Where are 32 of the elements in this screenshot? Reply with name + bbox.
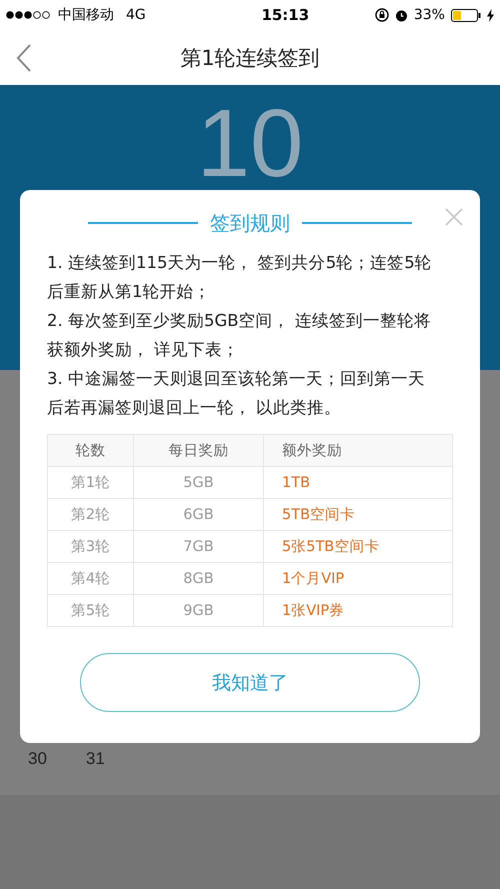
- alarm-icon: [394, 8, 408, 22]
- calendar-day[interactable]: 30: [28, 749, 47, 769]
- table-cell: 第1轮: [48, 466, 134, 498]
- carrier-name: 中国移动: [58, 6, 114, 24]
- calendar-day[interactable]: 31: [86, 749, 105, 769]
- charging-icon: [486, 8, 494, 22]
- table-cell: 6GB: [134, 498, 264, 530]
- table-cell: 5GB: [134, 466, 264, 498]
- rule-text: 1. 连续签到115天为一轮， 签到共分5轮；连签5轮后重新从第1轮开始；: [47, 252, 433, 303]
- streak-days: 10: [196, 101, 304, 187]
- signal-icon: [6, 11, 52, 19]
- table-cell: 7GB: [134, 530, 264, 562]
- rule-text: 2. 每次签到至少奖励5GB空间， 连续签到一整轮将获额外奖励， 详见下表；: [47, 310, 432, 361]
- table-cell: 第3轮: [48, 530, 134, 562]
- column-header: 轮数: [48, 435, 134, 466]
- rule-text: 3. 中途漏签一天则退回至该轮第一天；回到第一天后若再漏签则退回上一轮， 以此类推。: [47, 368, 426, 419]
- back-icon[interactable]: [16, 44, 32, 72]
- clock-time: 15:13: [260, 6, 310, 24]
- table-cell: 第2轮: [48, 498, 134, 530]
- table-cell: 8GB: [134, 562, 264, 594]
- column-header: 额外奖励: [264, 435, 452, 466]
- column-header: 每日奖励: [134, 435, 264, 466]
- table-cell: 9GB: [134, 594, 264, 626]
- battery-icon: [450, 8, 481, 22]
- table-cell: 第4轮: [48, 562, 134, 594]
- dialog-title: 签到规则: [210, 210, 290, 236]
- battery-percent: 33%: [414, 7, 445, 23]
- rotation-lock-icon: [374, 8, 389, 22]
- table-cell: 第5轮: [48, 594, 134, 626]
- page-title: 第1轮连续签到: [180, 44, 320, 72]
- acknowledge-button[interactable]: 我知道了: [80, 653, 420, 712]
- network-type: 4G: [126, 7, 146, 23]
